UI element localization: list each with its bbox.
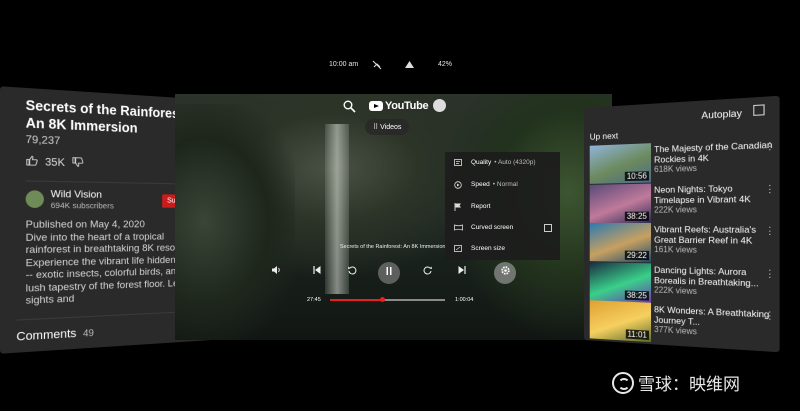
battery-level: 42%	[438, 61, 453, 68]
screen-size-icon	[454, 245, 462, 252]
channel-name[interactable]: Wild Vision	[51, 188, 114, 201]
like-icon[interactable]	[26, 155, 39, 170]
rewind-10-icon[interactable]	[348, 266, 357, 277]
menu-label: Report	[471, 203, 491, 210]
flag-icon	[454, 203, 462, 211]
autoplay-checkbox[interactable]	[753, 104, 765, 116]
channel-avatar[interactable]	[25, 190, 44, 208]
menu-item-speed[interactable]: Speed • Normal	[445, 174, 560, 195]
up-next-item[interactable]: 38:25 Neon Nights: Tokyo Timelapse in Vib…	[589, 180, 775, 223]
speed-icon	[454, 181, 462, 189]
player-video-title: Secrets of the Rainforest: An 8K Immersi…	[340, 244, 446, 250]
up-next-title[interactable]: Vibrant Reefs: Australia's Great Barrier…	[654, 224, 774, 246]
video-thumbnail[interactable]: 11:01	[589, 300, 652, 343]
up-next-views: 222K views	[654, 204, 697, 215]
video-thumbnail[interactable]: 38:25	[589, 261, 652, 303]
account-icon[interactable]	[433, 99, 446, 112]
player-controls	[270, 262, 530, 284]
menu-label: Speed	[471, 181, 490, 188]
more-options-icon[interactable]: ⋮	[765, 140, 775, 153]
video-duration: 38:25	[624, 211, 649, 221]
previous-icon[interactable]	[313, 266, 321, 276]
more-options-icon[interactable]: ⋮	[765, 267, 775, 279]
up-next-title[interactable]: Neon Nights: Tokyo Timelapse in Vibrant …	[654, 182, 774, 204]
video-thumbnail[interactable]: 10:56	[589, 143, 652, 184]
video-duration: 38:25	[624, 289, 649, 301]
youtube-play-icon	[369, 101, 383, 111]
menu-item-screen-size[interactable]: Screen size	[445, 238, 560, 259]
wifi-off-icon	[372, 58, 382, 72]
menu-label: Quality	[471, 159, 492, 166]
volume-icon[interactable]	[272, 266, 281, 276]
up-next-heading: Up next	[589, 130, 619, 142]
watermark-text: 雪球：映维网	[638, 375, 740, 394]
quality-icon	[454, 159, 462, 166]
current-time: 27:45	[307, 297, 321, 303]
curved-screen-checkbox[interactable]	[544, 223, 552, 232]
next-icon[interactable]	[458, 266, 466, 276]
video-duration: 10:56	[624, 171, 649, 182]
videos-button[interactable]: ⠿ Videos	[365, 119, 410, 135]
videos-label: Videos	[380, 124, 402, 131]
up-next-views: 377K views	[654, 324, 697, 337]
video-thumbnail[interactable]: 38:25	[589, 183, 652, 223]
settings-gear-button[interactable]	[494, 262, 516, 284]
signal-icon	[404, 58, 415, 72]
comments-count: 49	[82, 326, 94, 339]
clock: 10:00 am	[329, 61, 359, 68]
up-next-views: 618K views	[654, 163, 697, 175]
youtube-logo[interactable]: YouTube	[369, 100, 429, 112]
up-next-views: 222K views	[654, 284, 697, 296]
comments-label: Comments	[16, 326, 77, 344]
menu-value: • Auto (4320p)	[494, 159, 536, 166]
forward-10-icon[interactable]	[423, 266, 432, 277]
grid-icon: ⠿	[373, 124, 379, 131]
xueqiu-logo-icon	[612, 371, 634, 394]
duration: 1:00:04	[455, 297, 474, 303]
up-next-views: 161K views	[654, 244, 697, 255]
player-header: YouTube	[175, 94, 612, 122]
like-count: 35K	[45, 156, 65, 170]
up-next-item[interactable]: 11:01 8K Wonders: A Breathtaking Journey …	[589, 300, 775, 350]
youtube-logo-text: YouTube	[385, 100, 429, 112]
pause-button[interactable]	[378, 262, 400, 284]
menu-label: Screen size	[471, 245, 505, 252]
video-duration: 29:22	[624, 250, 649, 261]
settings-menu: Quality • Auto (4320p) Speed • Normal Re…	[445, 152, 560, 260]
seek-bar[interactable]	[330, 297, 445, 302]
autoplay-label: Autoplay	[701, 107, 742, 122]
up-next-item[interactable]: 29:22 Vibrant Reefs: Australia's Great Ba…	[589, 222, 775, 265]
menu-item-quality[interactable]: Quality • Auto (4320p)	[445, 152, 560, 173]
status-bar: 10:00 am 42%	[0, 58, 800, 74]
watermark: 雪球：映维网	[612, 370, 740, 395]
menu-item-report[interactable]: Report	[445, 196, 560, 217]
menu-item-curved-screen[interactable]: Curved screen	[445, 217, 560, 238]
seek-progress	[330, 299, 383, 301]
video-duration: 11:01	[625, 329, 649, 340]
search-icon[interactable]	[343, 100, 356, 116]
dislike-icon[interactable]	[72, 157, 84, 171]
menu-label: Curved screen	[471, 224, 514, 231]
more-options-icon[interactable]: ⋮	[765, 225, 775, 237]
more-options-icon[interactable]: ⋮	[765, 183, 775, 195]
up-next-title[interactable]: The Majesty of the Canadian Rockies in 4…	[654, 139, 774, 165]
menu-value: • Normal	[492, 181, 518, 188]
up-next-panel: Autoplay Up next 10:56 The Majesty of the…	[584, 95, 780, 353]
up-next-item[interactable]: 10:56 The Majesty of the Canadian Rockies…	[589, 138, 775, 184]
up-next-list: 10:56 The Majesty of the Canadian Rockies…	[584, 96, 780, 343]
curved-screen-icon	[454, 224, 463, 231]
seek-handle[interactable]	[380, 297, 386, 302]
video-thumbnail[interactable]: 29:22	[589, 222, 652, 263]
subscriber-count: 694K subscribers	[50, 200, 114, 211]
video-frame-foliage-left	[175, 104, 295, 340]
more-options-icon[interactable]: ⋮	[765, 310, 775, 323]
